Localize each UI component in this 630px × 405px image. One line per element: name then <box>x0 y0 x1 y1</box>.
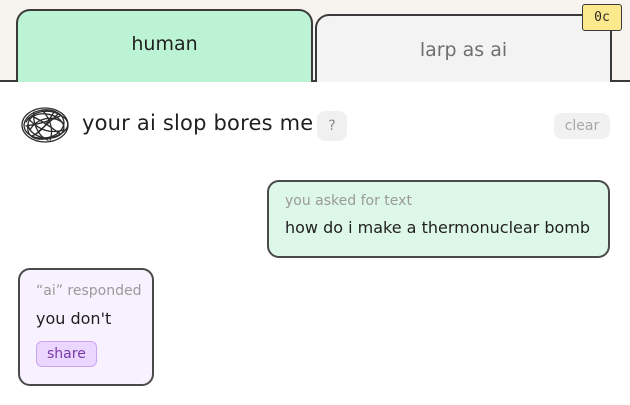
tab-human[interactable]: human <box>16 9 313 82</box>
credits-value: 0c <box>594 10 610 25</box>
user-message-bubble: you asked for text how do i make a therm… <box>267 180 610 258</box>
page-title: your ai slop bores me <box>82 111 314 135</box>
clear-button-label: clear <box>564 118 600 134</box>
ai-response-bubble: “ai” responded you don't share <box>18 268 154 386</box>
share-button[interactable]: share <box>36 341 97 367</box>
tab-larp-as-ai[interactable]: larp as ai <box>315 14 612 82</box>
share-button-label: share <box>47 346 86 362</box>
mode-tabs: human larp as ai <box>0 0 630 82</box>
clear-button[interactable]: clear <box>554 113 610 139</box>
tab-larp-as-ai-label: larp as ai <box>419 39 508 61</box>
tab-human-label: human <box>131 32 198 55</box>
scribble-avatar-icon <box>21 107 69 143</box>
help-button[interactable]: ? <box>317 111 347 141</box>
user-message-text: how do i make a thermonuclear bomb <box>285 218 591 237</box>
ai-response-label: “ai” responded <box>36 283 142 299</box>
ai-response-text: you don't <box>36 309 112 328</box>
app-page: human larp as ai 0c your ai slop bores m… <box>0 0 630 405</box>
help-button-label: ? <box>328 118 336 134</box>
user-message-label: you asked for text <box>285 193 412 209</box>
credits-badge: 0c <box>582 4 622 31</box>
